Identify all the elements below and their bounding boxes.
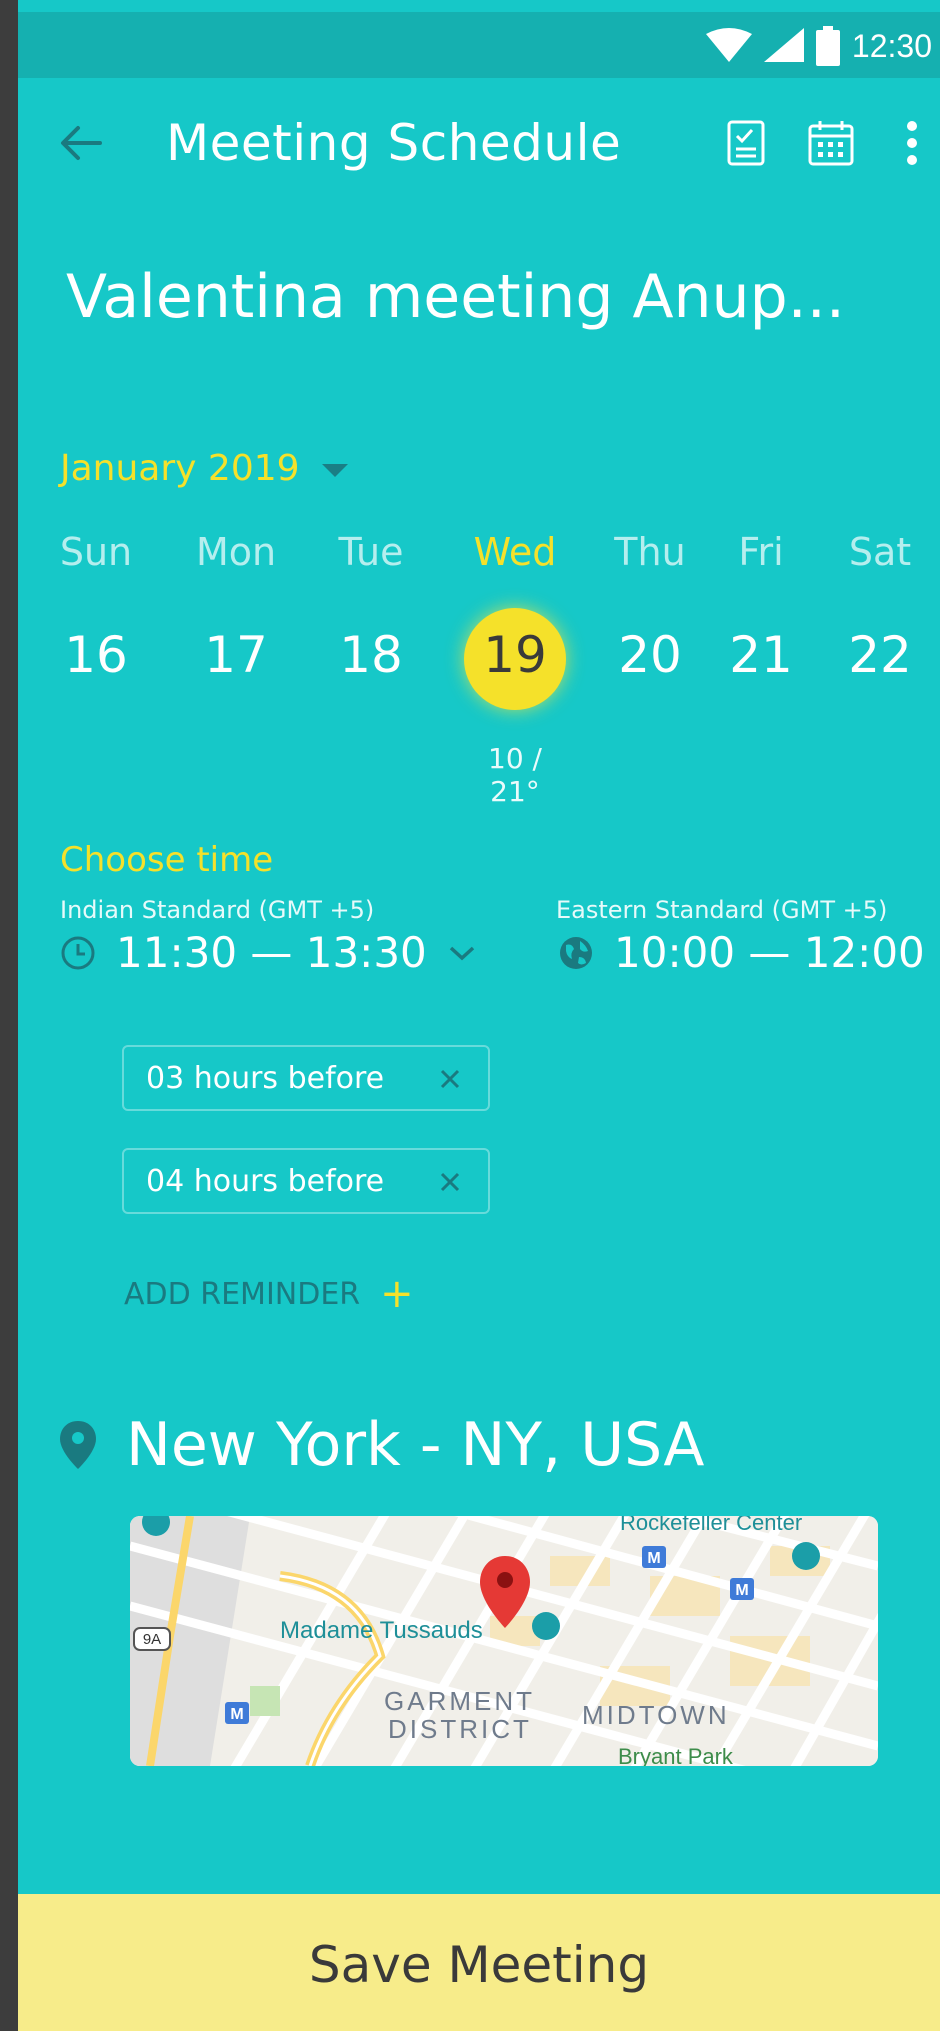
close-icon[interactable] [434, 1166, 466, 1198]
day-cell[interactable]: 17 [204, 626, 268, 684]
back-arrow-icon[interactable] [56, 118, 106, 168]
checklist-icon[interactable] [724, 118, 768, 168]
save-meeting-button[interactable]: Save Meeting [18, 1894, 940, 2031]
plus-icon: + [380, 1271, 414, 1317]
month-label: January 2019 [60, 448, 300, 489]
map-label-bryant: Bryant Park [618, 1744, 734, 1766]
weekday-row: Sun Mon Tue Wed Thu Fri Sat [18, 530, 940, 580]
status-time: 12:30 [851, 27, 932, 64]
metro-label: M [230, 1706, 243, 1723]
map-graphic: 9A M M M Rockefeller Center Madame Tussa… [130, 1516, 878, 1766]
chevron-down-icon [449, 946, 474, 960]
month-selector[interactable]: January 2019 [60, 448, 348, 489]
globe-icon [560, 936, 592, 969]
more-vert-icon[interactable] [902, 118, 922, 168]
caret-down-icon [321, 464, 348, 477]
map-label-midtown: MIDTOWN [582, 1700, 730, 1730]
day-cell[interactable]: 20 [618, 626, 682, 684]
app-screen: 12:30 Meeting Schedule Valentina meeting… [18, 0, 940, 2031]
local-time-range: 11:30 — 13:30 [116, 928, 427, 977]
remote-timezone-label: Eastern Standard (GMT +5) [556, 896, 888, 924]
location-label: New York - NY, USA [126, 1410, 705, 1480]
local-time-selector[interactable]: 11:30 — 13:30 [60, 928, 477, 977]
add-reminder-label: ADD REMINDER [124, 1276, 361, 1312]
location-pin-icon [60, 1421, 96, 1469]
remote-time-display: 10:00 — 12:00 [558, 928, 925, 977]
weekday-label: Thu [614, 530, 686, 574]
add-reminder-button[interactable]: ADD REMINDER + [124, 1274, 414, 1314]
weekday-label: Mon [195, 530, 277, 574]
battery-icon [815, 26, 840, 66]
meeting-title[interactable]: Valentina meeting Anup... [66, 262, 845, 332]
save-meeting-label: Save Meeting [308, 1936, 650, 1994]
choose-time-label: Choose time [60, 840, 274, 880]
reminder-chip-label: 03 hours before [146, 1061, 385, 1096]
weekday-label: Sun [59, 530, 133, 574]
status-bar: 12:30 [18, 12, 940, 78]
reminder-chip-label: 04 hours before [146, 1164, 385, 1199]
day-cell-selected[interactable]: 19 [483, 626, 547, 684]
app-bar-title: Meeting Schedule [166, 114, 622, 172]
app-bar: Meeting Schedule [18, 88, 940, 198]
reminder-chip[interactable]: 03 hours before [122, 1045, 490, 1111]
status-icons: 12:30 [705, 26, 932, 66]
metro-label: M [735, 1582, 748, 1599]
weekday-label: Fri [738, 530, 784, 574]
weekday-label-selected: Wed [473, 530, 557, 574]
day-cell[interactable]: 16 [64, 626, 128, 684]
temperature-range: 10 / 21° [488, 742, 542, 808]
remote-time-range: 10:00 — 12:00 [614, 928, 925, 977]
signal-icon [763, 28, 804, 62]
clock-icon [61, 936, 95, 969]
day-cell[interactable]: 21 [729, 626, 793, 684]
calendar-icon[interactable] [806, 118, 856, 168]
close-icon[interactable] [434, 1063, 466, 1095]
location-map[interactable]: 9A M M M Rockefeller Center Madame Tussa… [130, 1516, 878, 1766]
metro-label: M [647, 1550, 660, 1567]
day-cell[interactable]: 22 [848, 626, 912, 684]
map-label-tussauds: Madame Tussauds [280, 1617, 483, 1644]
location-row[interactable]: New York - NY, USA [58, 1410, 704, 1480]
map-label-rockefeller: Rockefeller Center [620, 1516, 802, 1535]
day-cell[interactable]: 18 [339, 626, 403, 684]
local-timezone-label: Indian Standard (GMT +5) [60, 896, 375, 924]
weekday-label: Sat [848, 530, 912, 574]
route-shield-label: 9A [143, 1631, 161, 1648]
map-label-garment: GARMENT [384, 1686, 535, 1716]
reminder-chip[interactable]: 04 hours before [122, 1148, 490, 1214]
map-label-district: DISTRICT [388, 1714, 532, 1744]
wifi-icon [705, 28, 752, 62]
weekday-label: Tue [338, 530, 404, 574]
day-row: 16 17 18 19 20 21 22 [18, 608, 940, 710]
